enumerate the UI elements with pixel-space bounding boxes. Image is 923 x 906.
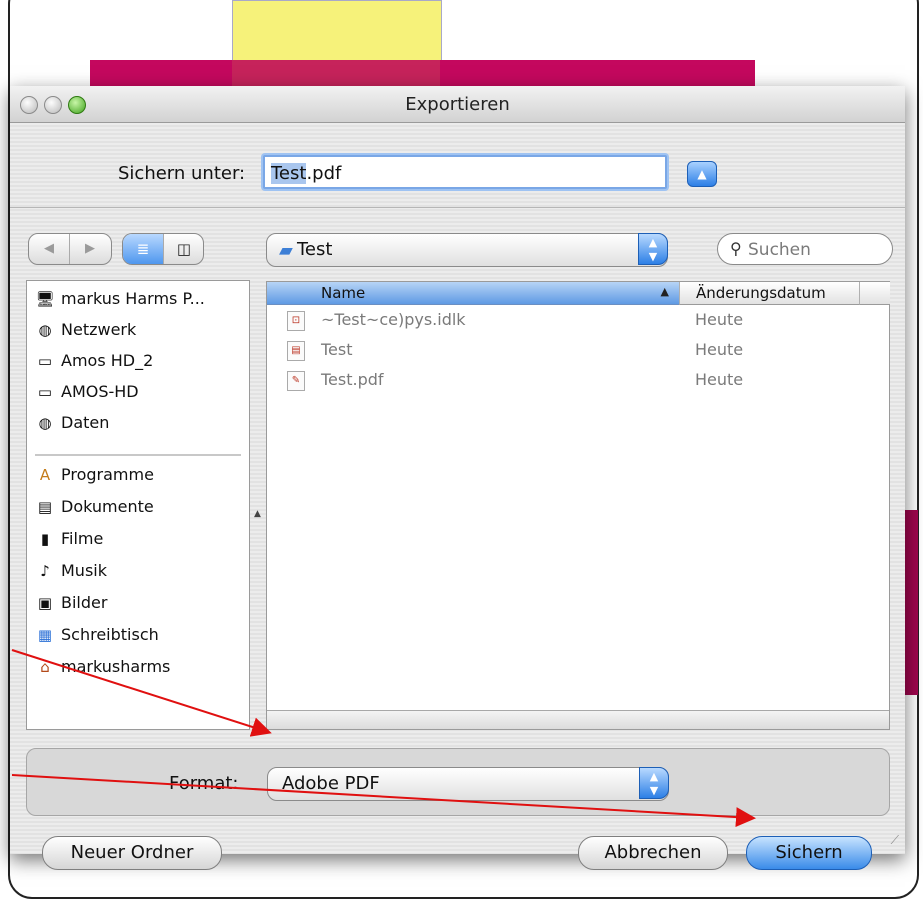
documents-icon: ▤ — [37, 498, 53, 516]
column-header-date[interactable]: Änderungsdatum — [679, 282, 860, 305]
format-popup[interactable]: Adobe PDF ▲ ▼ — [267, 767, 669, 801]
sidebar-item-filme[interactable]: ▮ Filme — [35, 529, 104, 555]
home-icon: ⌂ — [40, 658, 50, 676]
format-panel: Format: Adobe PDF ▲ ▼ — [26, 748, 890, 816]
sidebar-item-schreibtisch[interactable]: ▦ Schreibtisch — [35, 625, 159, 651]
sidebar-item-amos-hd[interactable]: ▭ AMOS-HD — [35, 382, 139, 408]
list-view-icon: ≣ — [136, 240, 150, 258]
server-icon: ◍ — [38, 414, 52, 432]
sidebar-item-label: Programme — [61, 465, 154, 484]
applications-icon: A — [39, 466, 51, 484]
save-as-label: Sichern unter: — [118, 163, 246, 184]
dialog-body: Sichern unter: Test.pdf ▲ ◀ ▶ ≣ ◫ ▰ Test… — [10, 123, 905, 870]
folder-popup[interactable]: ▰ Test ▲ ▼ — [266, 233, 668, 267]
popup-stepper-icon: ▲ ▼ — [638, 233, 668, 265]
sidebar-item-programme[interactable]: A Programme — [35, 465, 154, 491]
resize-grip-icon[interactable]: ⟋ — [891, 833, 899, 848]
disk-icon: ▭ — [37, 383, 53, 401]
popup-stepper-icon: ▲ ▼ — [639, 767, 669, 799]
movies-icon: ▮ — [40, 530, 50, 548]
column-view-icon: ◫ — [176, 240, 192, 258]
sidebar-item-label: markus Harms P... — [61, 289, 205, 308]
window-title: Exportieren — [405, 94, 510, 115]
sidebar-divider — [35, 454, 241, 456]
filename-selected-text: Test — [271, 163, 307, 184]
file-name: Test — [321, 340, 353, 359]
sidebar-item-label: Musik — [61, 561, 107, 580]
filename-extension: .pdf — [306, 163, 342, 184]
column-header-name[interactable]: Name ▲ — [267, 282, 679, 305]
column-view-button[interactable]: ◫ — [163, 234, 203, 264]
network-icon: ◍ — [38, 321, 52, 339]
table-row[interactable]: ⊡ ~Test~ce)pys.idlk Heute — [267, 306, 889, 336]
search-field[interactable]: ⚲ Suchen — [717, 233, 893, 265]
column-header-label: Änderungsdatum — [696, 284, 826, 302]
back-forward-group: ◀ ▶ — [28, 233, 112, 265]
folder-popup-label: Test — [297, 239, 333, 260]
sidebar-item-musik[interactable]: ♪ Musik — [35, 561, 107, 587]
file-name: Test.pdf — [321, 370, 384, 389]
sidebar-item-label: markusharms — [61, 657, 171, 676]
sidebar-item-home[interactable]: ⌂ markusharms — [35, 657, 170, 683]
column-header-filler — [859, 282, 890, 305]
sidebar-item-label: Daten — [61, 413, 110, 432]
background-shape-right — [904, 510, 918, 695]
list-view-button[interactable]: ≣ — [123, 234, 163, 264]
splitter-handle[interactable]: ▲ — [254, 509, 261, 519]
sidebar: 🖥 markus Harms P... ◍ Netzwerk ▭ Amos HD_2 … — [26, 280, 250, 730]
sidebar-item-label: Bilder — [61, 593, 108, 612]
computer-icon: 🖥 — [35, 290, 55, 308]
export-dialog: Exportieren Sichern unter: Test.pdf ▲ ◀ … — [10, 86, 905, 870]
table-row[interactable]: ✎ Test.pdf Heute — [267, 366, 889, 396]
file-date: Heute — [695, 340, 744, 359]
forward-arrow-icon: ▶ — [85, 241, 95, 256]
sidebar-item-amos-hd-2[interactable]: ▭ Amos HD_2 — [35, 351, 153, 377]
format-popup-label: Adobe PDF — [282, 773, 380, 794]
file-name: ~Test~ce)pys.idlk — [321, 310, 466, 329]
sidebar-item-label: Amos HD_2 — [61, 351, 154, 370]
pdf-icon: ✎ — [287, 371, 305, 391]
save-button[interactable]: Sichern — [746, 836, 872, 870]
forward-button[interactable]: ▶ — [69, 234, 110, 264]
disk-icon: ▭ — [37, 352, 53, 370]
title-bar: Exportieren — [10, 86, 905, 123]
sidebar-item-label: Netzwerk — [61, 320, 137, 339]
folder-icon: ▰ — [279, 240, 293, 261]
filename-input[interactable]: Test.pdf — [263, 155, 667, 189]
view-mode-group: ≣ ◫ — [122, 233, 204, 265]
music-icon: ♪ — [40, 562, 50, 580]
horizontal-scrollbar[interactable] — [267, 710, 889, 729]
new-folder-button[interactable]: Neuer Ordner — [42, 836, 222, 870]
triangle-up-icon: ▲ — [697, 167, 707, 181]
collapse-button[interactable]: ▲ — [687, 161, 717, 187]
column-header-label: Name — [321, 284, 366, 302]
table-row[interactable]: ▤ Test Heute — [267, 336, 889, 366]
sidebar-item-label: AMOS-HD — [61, 382, 139, 401]
document-icon: ▤ — [287, 341, 305, 361]
sidebar-item-dokumente[interactable]: ▤ Dokumente — [35, 497, 154, 523]
file-list: Name ▲ Änderungsdatum ⊡ ~Test~ce)pys.idl… — [266, 281, 890, 730]
pictures-icon: ▣ — [37, 594, 53, 612]
sidebar-item-computer[interactable]: 🖥 markus Harms P... — [35, 289, 205, 315]
locked-file-icon: ⊡ — [287, 311, 305, 331]
sidebar-item-label: Dokumente — [61, 497, 154, 516]
cancel-button[interactable]: Abbrechen — [578, 836, 728, 870]
sidebar-item-label: Filme — [61, 529, 104, 548]
back-button[interactable]: ◀ — [29, 234, 69, 264]
back-arrow-icon: ◀ — [44, 241, 54, 256]
format-label: Format: — [169, 773, 239, 794]
sidebar-item-bilder[interactable]: ▣ Bilder — [35, 593, 108, 619]
search-placeholder: Suchen — [748, 240, 811, 260]
file-date: Heute — [695, 310, 744, 329]
file-date: Heute — [695, 370, 744, 389]
desktop-icon: ▦ — [37, 626, 53, 644]
sidebar-item-network[interactable]: ◍ Netzwerk — [35, 320, 136, 346]
sort-ascending-icon: ▲ — [660, 285, 669, 298]
sidebar-item-label: Schreibtisch — [61, 625, 159, 644]
sidebar-item-daten[interactable]: ◍ Daten — [35, 413, 109, 439]
separator — [10, 207, 905, 208]
search-icon: ⚲ — [730, 239, 742, 258]
